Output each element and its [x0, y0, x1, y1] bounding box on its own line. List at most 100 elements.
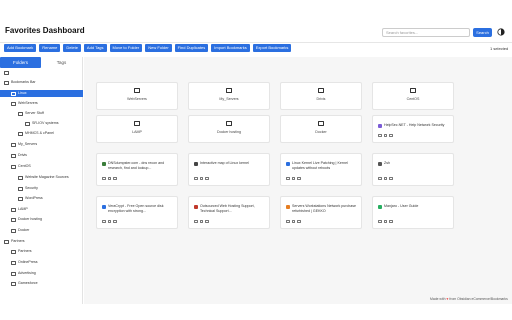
theme-toggle-icon[interactable]: [497, 28, 505, 36]
folder-card-name: WebServers: [127, 97, 147, 101]
view-icon[interactable]: [383, 219, 387, 223]
tree-item-label: Drivis: [18, 153, 27, 157]
folder-icon: [4, 239, 9, 244]
tree-item[interactable]: WebServers: [11, 100, 38, 107]
tag-icon[interactable]: [297, 176, 301, 180]
folder-icon: [18, 196, 23, 201]
bookmark-title[interactable]: Manjaro - User Guide: [384, 204, 449, 209]
bookmark-card[interactable]: VeraCrypt - Free Open source disk encryp…: [96, 196, 178, 229]
tree-item[interactable]: Partners: [11, 248, 32, 255]
bookmark-title[interactable]: HelpSec.NET - Help Network Security: [384, 123, 449, 128]
page-title: Favorites Dashboard: [5, 26, 85, 35]
export-bookmarks-button[interactable]: Export Bookmarks: [252, 44, 292, 52]
tree-item[interactable]: Gamesforce: [11, 280, 38, 287]
new-folder-button[interactable]: New Folder: [145, 44, 172, 52]
tag-icon[interactable]: [113, 176, 117, 180]
folder-icon: [134, 121, 140, 126]
bookmark-card[interactable]: DNSdumpster.com - dns recon and research…: [96, 153, 178, 186]
bookmark-title[interactable]: Linux Kernel Live Patching | Kernel upda…: [292, 161, 357, 170]
bookmark-card[interactable]: Linux Kernel Live Patching | Kernel upda…: [280, 153, 362, 186]
tree-item[interactable]: Website Magazine Sources: [18, 174, 69, 181]
bookmark-title[interactable]: DNSdumpster.com - dns recon and research…: [108, 161, 173, 170]
tree-item[interactable]: WordPress: [18, 195, 43, 202]
tree-item[interactable]: My_Servers: [11, 141, 37, 148]
tag-icon[interactable]: [113, 219, 117, 223]
view-icon[interactable]: [291, 176, 295, 180]
edit-icon[interactable]: [286, 176, 290, 180]
rename-button[interactable]: Rename: [39, 44, 61, 52]
folder-card-name: Docker: [315, 130, 327, 134]
bookmark-card[interactable]: Zsh: [372, 153, 454, 186]
tag-icon[interactable]: [297, 219, 301, 223]
footer: Made with ♥ from Obsidian eCommerce/Book…: [430, 297, 508, 301]
tree-item[interactable]: Security: [18, 185, 38, 192]
tab-folders[interactable]: Folders: [0, 57, 41, 68]
edit-icon[interactable]: [194, 219, 198, 223]
add-bookmark-button[interactable]: Add Bookmark: [4, 44, 37, 52]
view-icon[interactable]: [383, 176, 387, 180]
folder-card[interactable]: WebServers: [96, 82, 178, 110]
bookmark-card[interactable]: Servers Workstations Network purchase re…: [280, 196, 362, 229]
view-icon[interactable]: [291, 219, 295, 223]
search-input[interactable]: Search favorites...: [382, 28, 470, 37]
folder-card[interactable]: My_Servers: [188, 82, 270, 110]
tree-item[interactable]: Docker: [11, 227, 29, 234]
tab-tags[interactable]: Tags: [41, 57, 82, 68]
view-icon[interactable]: [199, 176, 203, 180]
tag-icon[interactable]: [205, 176, 209, 180]
tree-item[interactable]: MHMCS & cPanel: [18, 130, 54, 137]
view-icon[interactable]: [199, 219, 203, 223]
edit-icon[interactable]: [194, 176, 198, 180]
tag-icon[interactable]: [205, 219, 209, 223]
bookmark-title[interactable]: VeraCrypt - Free Open source disk encryp…: [108, 204, 173, 213]
folder-card[interactable]: Docker: [280, 115, 362, 143]
tree-item[interactable]: OnlinePress: [11, 259, 38, 266]
bookmark-title[interactable]: Outsourced Web Hosting Support, Technica…: [200, 204, 265, 213]
edit-icon[interactable]: [378, 133, 382, 137]
bookmark-title[interactable]: Interactive map of Linux kernel: [200, 161, 265, 166]
view-icon[interactable]: [383, 133, 387, 137]
tree-item[interactable]: SR-IOV systems: [25, 120, 59, 127]
bookmark-card[interactable]: Interactive map of Linux kernel: [188, 153, 270, 186]
tree-item[interactable]: Docker hosting: [11, 216, 42, 223]
tag-icon[interactable]: [389, 176, 393, 180]
folder-card[interactable]: LAMP: [96, 115, 178, 143]
folder-card[interactable]: CentOS: [372, 82, 454, 110]
search-button[interactable]: Search: [473, 28, 492, 37]
move-to-folder-button[interactable]: Move to Folder: [109, 44, 143, 52]
folder-card[interactable]: Drivis: [280, 82, 362, 110]
edit-icon[interactable]: [378, 176, 382, 180]
tree-item[interactable]: Server Stuff: [18, 110, 44, 117]
view-icon[interactable]: [107, 219, 111, 223]
tag-icon[interactable]: [389, 219, 393, 223]
tree-item[interactable]: Drivis: [11, 152, 27, 159]
delete-button[interactable]: Delete: [63, 44, 81, 52]
bookmark-card[interactable]: Manjaro - User Guide: [372, 196, 454, 229]
bookmark-card[interactable]: HelpSec.NET - Help Network Security: [372, 115, 454, 143]
tree-item[interactable]: Partners: [4, 238, 25, 245]
tag-icon[interactable]: [389, 133, 393, 137]
edit-icon[interactable]: [286, 219, 290, 223]
bookmark-card[interactable]: Outsourced Web Hosting Support, Technica…: [188, 196, 270, 229]
edit-icon[interactable]: [378, 219, 382, 223]
tree-item[interactable]: Linux: [0, 90, 83, 97]
tree-item[interactable]: Bookmarks Bar: [4, 79, 36, 86]
find-duplicates-button[interactable]: Find Duplicates: [174, 44, 209, 52]
edit-icon[interactable]: [102, 176, 106, 180]
tree-item-label: SR-IOV systems: [32, 121, 59, 125]
bookmark-title[interactable]: Servers Workstations Network purchase re…: [292, 204, 357, 213]
folder-icon: [11, 281, 16, 286]
folder-card[interactable]: Docker hosting: [188, 115, 270, 143]
tree-item[interactable]: Advertising: [11, 270, 36, 277]
tree-item[interactable]: [4, 69, 11, 76]
folder-icon: [410, 88, 416, 93]
bookmark-actions: [378, 133, 393, 137]
view-icon[interactable]: [107, 176, 111, 180]
edit-icon[interactable]: [102, 219, 106, 223]
folder-icon: [11, 271, 16, 276]
bookmark-title[interactable]: Zsh: [384, 161, 449, 166]
tree-item[interactable]: CentOS: [11, 163, 31, 170]
tree-item[interactable]: LAMP: [11, 206, 28, 213]
import-bookmarks-button[interactable]: Import Bookmarks: [211, 44, 250, 52]
add-tags-button[interactable]: Add Tags: [83, 44, 107, 52]
